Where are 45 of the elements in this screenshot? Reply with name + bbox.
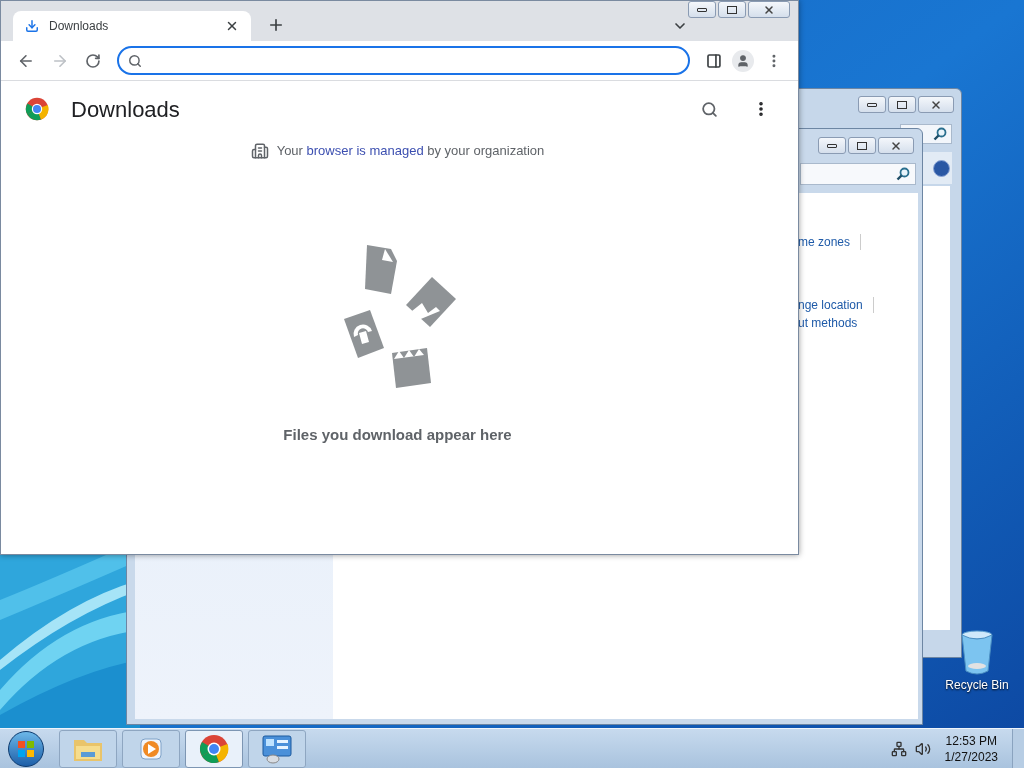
search-icon[interactable]	[896, 167, 910, 181]
chrome-logo-icon	[199, 733, 229, 764]
side-panel-icon[interactable]	[706, 52, 723, 69]
link[interactable]: nge location	[798, 296, 863, 314]
minimize-button[interactable]	[858, 96, 886, 113]
managed-notice: Your browser is managed by your organization	[276, 142, 545, 160]
play-icon	[138, 735, 164, 762]
profile-avatar[interactable]	[732, 49, 755, 72]
reload-icon[interactable]	[84, 52, 101, 69]
network-icon[interactable]	[890, 740, 907, 757]
start-button[interactable]	[8, 730, 44, 767]
download-icon	[25, 19, 39, 33]
maximize-button[interactable]	[718, 1, 746, 18]
search-icon	[127, 53, 142, 68]
clock-time[interactable]: 12:53 PM	[945, 732, 997, 749]
recycle-bin-icon[interactable]	[960, 630, 994, 676]
windows-logo-icon	[17, 739, 35, 758]
search-icon[interactable]	[701, 100, 718, 118]
tab-title: Downloads	[49, 18, 110, 35]
minimize-button[interactable]	[818, 137, 846, 154]
search-icon[interactable]	[933, 127, 947, 141]
chrome-logo-icon	[25, 97, 49, 121]
building-icon	[250, 141, 269, 160]
close-icon	[890, 139, 902, 152]
managed-link[interactable]: browser is managed	[306, 143, 424, 158]
maximize-button[interactable]	[888, 96, 916, 113]
close-tab-icon[interactable]	[225, 19, 239, 33]
browser-tab[interactable]: Downloads	[13, 11, 251, 41]
taskbar-button[interactable]	[185, 729, 243, 768]
control-panel-icon	[261, 733, 293, 764]
close-icon	[930, 98, 942, 111]
minimize-button[interactable]	[688, 1, 716, 18]
link[interactable]: ut methods	[798, 314, 858, 332]
volume-icon[interactable]	[914, 740, 931, 757]
maximize-button[interactable]	[848, 137, 876, 154]
new-tab-icon[interactable]	[267, 16, 285, 34]
taskbar-button[interactable]	[248, 729, 306, 768]
search-field[interactable]	[800, 163, 916, 185]
clock-date[interactable]: 1/27/2023	[944, 748, 998, 765]
empty-message: Files you download appear here	[283, 424, 512, 445]
close-icon	[763, 3, 775, 16]
address-bar[interactable]	[116, 46, 691, 75]
desktop-icon-label[interactable]: Recycle Bin	[945, 676, 1009, 694]
page-title: Downloads	[71, 95, 181, 124]
link[interactable]: me zones	[798, 233, 851, 251]
